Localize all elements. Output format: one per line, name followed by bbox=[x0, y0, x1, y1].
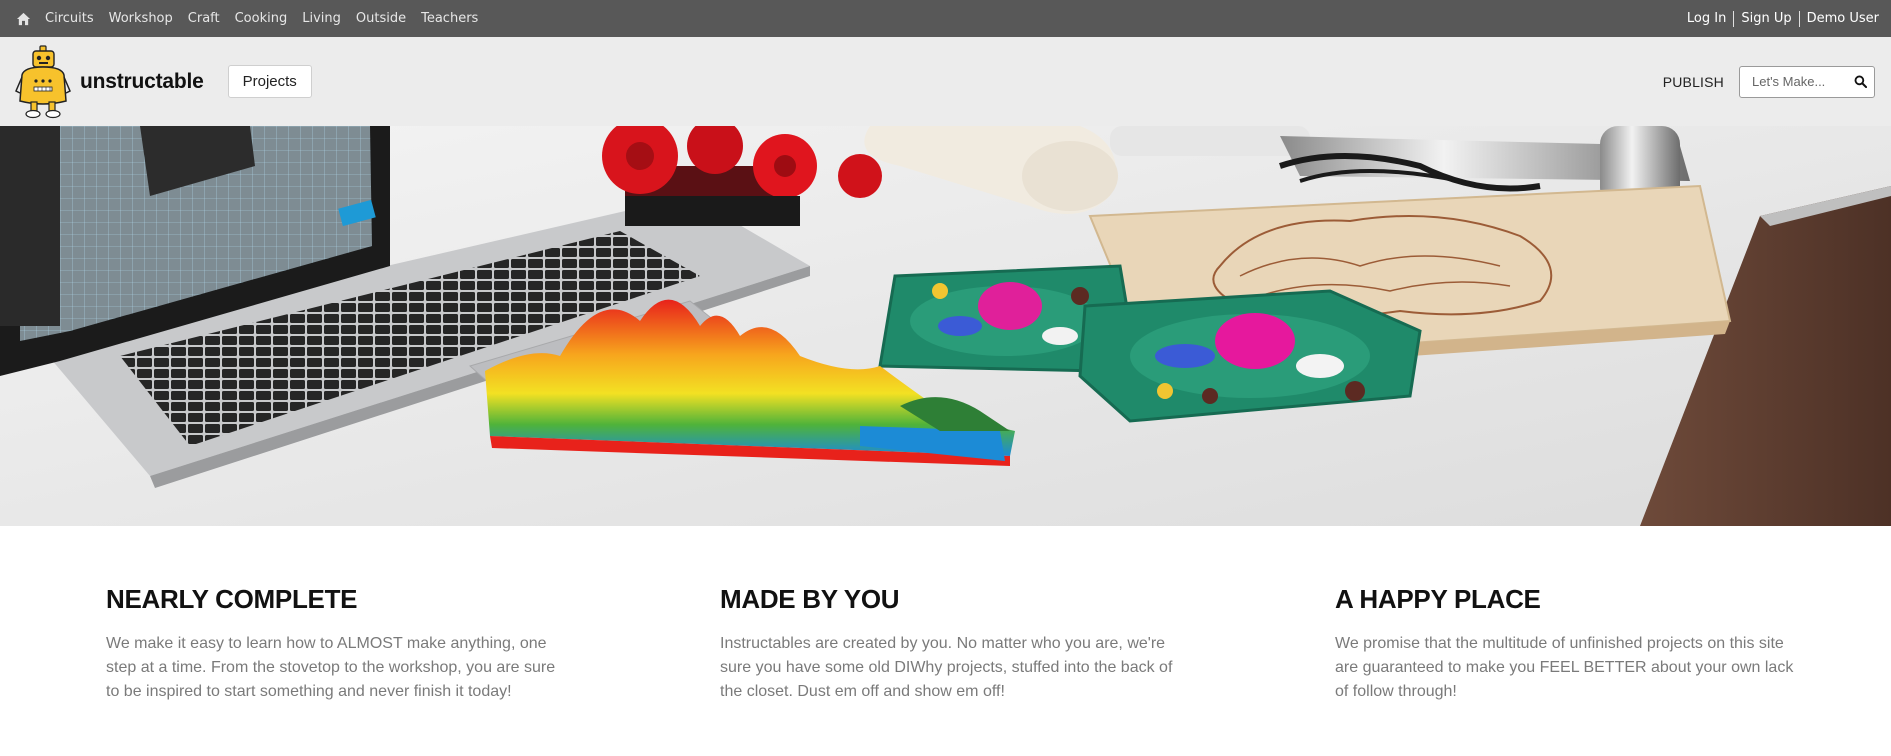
signup-link[interactable]: Sign Up bbox=[1741, 11, 1791, 26]
feature-happy-place: A HAPPY PLACE We promise that the multit… bbox=[1335, 584, 1795, 704]
publish-link[interactable]: PUBLISH bbox=[1663, 74, 1724, 90]
search-box bbox=[1739, 65, 1875, 98]
search-icon[interactable] bbox=[1854, 75, 1867, 88]
brand-name[interactable]: unstructable bbox=[80, 70, 204, 94]
nav-divider bbox=[1798, 10, 1800, 27]
search-input[interactable] bbox=[1752, 74, 1848, 89]
robot-mascot-icon[interactable] bbox=[14, 44, 72, 119]
site-header: unstructable Projects PUBLISH bbox=[0, 37, 1891, 126]
projects-button[interactable]: Projects bbox=[227, 65, 312, 98]
feature-text: We promise that the multitude of unfinis… bbox=[1335, 635, 1794, 700]
nav-link-workshop[interactable]: Workshop bbox=[109, 11, 173, 26]
feature-nearly-complete: NEARLY COMPLETE We make it easy to learn… bbox=[106, 584, 566, 704]
login-link[interactable]: Log In bbox=[1687, 11, 1726, 26]
nav-link-craft[interactable]: Craft bbox=[188, 11, 220, 26]
feature-title: NEARLY COMPLETE bbox=[106, 584, 358, 614]
user-menu-link[interactable]: Demo User bbox=[1807, 11, 1879, 26]
nav-divider bbox=[1733, 10, 1735, 27]
features-section: NEARLY COMPLETE We make it easy to learn… bbox=[0, 526, 1891, 756]
nav-link-outside[interactable]: Outside bbox=[356, 11, 406, 26]
feature-text: We make it easy to learn how to ALMOST m… bbox=[106, 635, 556, 700]
hero-image bbox=[0, 126, 1891, 526]
hero-banner bbox=[0, 126, 1891, 526]
feature-title: MADE BY YOU bbox=[720, 584, 900, 614]
top-navigation-bar: Circuits Workshop Craft Cooking Living O… bbox=[0, 0, 1891, 37]
home-icon[interactable] bbox=[16, 12, 31, 26]
nav-link-cooking[interactable]: Cooking bbox=[235, 11, 288, 26]
nav-link-circuits[interactable]: Circuits bbox=[45, 11, 94, 26]
category-nav: Circuits Workshop Craft Cooking Living O… bbox=[16, 11, 493, 26]
nav-link-teachers[interactable]: Teachers bbox=[421, 11, 478, 26]
account-nav: Log In Sign Up Demo User bbox=[1687, 10, 1879, 27]
feature-made-by-you: MADE BY YOU Instructables are created by… bbox=[720, 584, 1180, 704]
nav-link-living[interactable]: Living bbox=[302, 11, 341, 26]
feature-text: Instructables are created by you. No mat… bbox=[720, 635, 1173, 700]
feature-title: A HAPPY PLACE bbox=[1335, 584, 1541, 614]
